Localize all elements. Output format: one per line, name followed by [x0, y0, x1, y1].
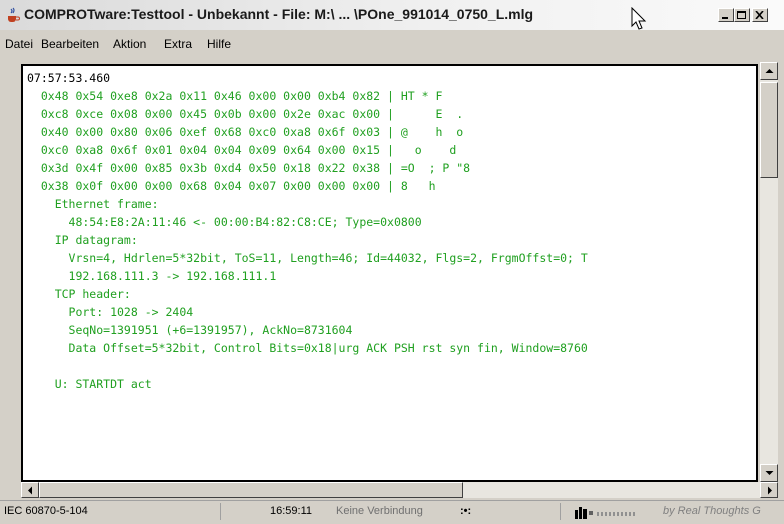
- menu-bar: Datei Bearbeiten Aktion Extra Hilfe: [0, 30, 784, 58]
- log-line: U: STARTDT act: [27, 377, 152, 391]
- status-connection: Keine Verbindung: [336, 505, 423, 517]
- minimize-button[interactable]: [718, 8, 734, 22]
- window-title: COMPROTware:Testtool - Unbekannt - File:…: [24, 6, 534, 22]
- real-thoughts-logo-icon: [575, 506, 655, 524]
- menu-extra[interactable]: Extra: [164, 37, 192, 51]
- status-time: 16:59:11: [270, 505, 313, 517]
- scroll-down-button[interactable]: [760, 464, 778, 482]
- scroll-right-button[interactable]: [760, 482, 778, 498]
- menu-datei[interactable]: Datei: [5, 37, 33, 51]
- close-button[interactable]: [752, 8, 768, 22]
- status-brand: by Real Thoughts G: [663, 505, 761, 517]
- log-timestamp: 07:57:53.460: [27, 71, 111, 85]
- mouse-cursor-icon: [630, 6, 650, 31]
- status-protocol: IEC 60870-5-104: [4, 505, 88, 517]
- log-line: 0x38 0x0f 0x00 0x00 0x68 0x04 0x07 0x00 …: [27, 179, 436, 193]
- status-separator: [560, 503, 561, 520]
- log-line: Port: 1028 -> 2404: [27, 305, 194, 319]
- menu-aktion[interactable]: Aktion: [113, 37, 146, 51]
- log-line: 0x40 0x00 0x80 0x06 0xef 0x68 0xc0 0xa8 …: [27, 125, 464, 139]
- log-line: SeqNo=1391951 (+6=1391957), AckNo=873160…: [27, 323, 353, 337]
- log-line: 0xc0 0xa8 0x6f 0x01 0x04 0x04 0x09 0x64 …: [27, 143, 457, 157]
- log-line: 0x3d 0x4f 0x00 0x85 0x3b 0xd4 0x50 0x18 …: [27, 161, 471, 175]
- status-dots: :•:: [460, 505, 472, 517]
- horizontal-scroll-thumb[interactable]: [39, 482, 463, 498]
- log-line: 192.168.111.3 -> 192.168.111.1: [27, 269, 277, 283]
- menu-hilfe[interactable]: Hilfe: [207, 37, 231, 51]
- log-line: 0x48 0x54 0xe8 0x2a 0x11 0x46 0x00 0x00 …: [27, 89, 443, 103]
- vertical-scroll-thumb[interactable]: [760, 82, 778, 178]
- log-line: 48:54:E8:2A:11:46 <- 00:00:B4:82:C8:CE; …: [27, 215, 422, 229]
- menu-bearbeiten[interactable]: Bearbeiten: [41, 37, 99, 51]
- log-line: Data Offset=5*32bit, Control Bits=0x18|u…: [27, 341, 588, 355]
- title-bar[interactable]: COMPROTware:Testtool - Unbekannt - File:…: [0, 0, 784, 30]
- log-text-area[interactable]: 07:57:53.460 0x48 0x54 0xe8 0x2a 0x11 0x…: [21, 64, 758, 482]
- scroll-up-button[interactable]: [760, 62, 778, 80]
- scroll-left-button[interactable]: [21, 482, 39, 498]
- log-line: 0xc8 0xce 0x08 0x00 0x45 0x0b 0x00 0x2e …: [27, 107, 464, 121]
- log-line: Ethernet frame:: [27, 197, 159, 211]
- java-cup-icon: [5, 7, 21, 23]
- log-line: Vrsn=4, Hdrlen=5*32bit, ToS=11, Length=4…: [27, 251, 588, 265]
- status-separator: [220, 503, 221, 520]
- horizontal-scrollbar[interactable]: [21, 482, 778, 498]
- app-window: COMPROTware:Testtool - Unbekannt - File:…: [0, 0, 784, 522]
- maximize-button[interactable]: [734, 8, 750, 22]
- log-line: IP datagram:: [27, 233, 138, 247]
- log-line: TCP header:: [27, 287, 131, 301]
- status-bar: IEC 60870-5-104 16:59:11 Keine Verbindun…: [0, 500, 784, 522]
- vertical-scrollbar[interactable]: [760, 62, 778, 482]
